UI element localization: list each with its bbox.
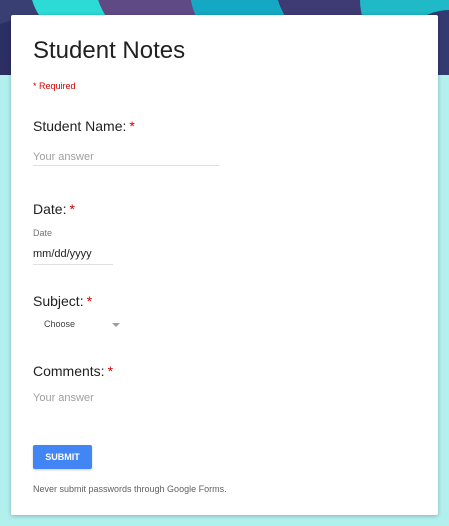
question-text: Student Name: xyxy=(33,118,127,134)
footer-note: Never submit passwords through Google Fo… xyxy=(33,484,227,494)
student-name-input[interactable]: Your answer xyxy=(33,151,94,163)
date-underline xyxy=(33,264,113,265)
question-label-student-name: Student Name: * xyxy=(33,118,135,134)
question-text: Date: xyxy=(33,201,67,217)
date-input[interactable]: mm/dd/yyyy xyxy=(33,248,92,260)
required-asterisk: * xyxy=(129,118,135,134)
question-text: Comments: xyxy=(33,363,105,379)
form-card: Student Notes * Required Student Name: * … xyxy=(11,15,438,515)
question-label-comments: Comments: * xyxy=(33,363,113,379)
submit-button[interactable]: SUBMIT xyxy=(33,445,92,469)
form-title: Student Notes xyxy=(33,37,186,64)
required-asterisk: * xyxy=(107,363,114,379)
required-note: * Required xyxy=(33,81,76,91)
question-label-subject: Subject: * xyxy=(33,293,92,309)
comments-input[interactable]: Your answer xyxy=(33,392,94,404)
required-asterisk: * xyxy=(69,201,75,217)
subject-select[interactable]: Choose xyxy=(44,319,75,329)
question-text: Subject: xyxy=(33,293,84,309)
question-label-date: Date: * xyxy=(33,201,75,217)
date-field-label: Date xyxy=(33,228,53,238)
required-asterisk: * xyxy=(86,293,93,309)
triangle-down-icon[interactable] xyxy=(112,323,120,327)
student-name-underline xyxy=(33,165,219,166)
